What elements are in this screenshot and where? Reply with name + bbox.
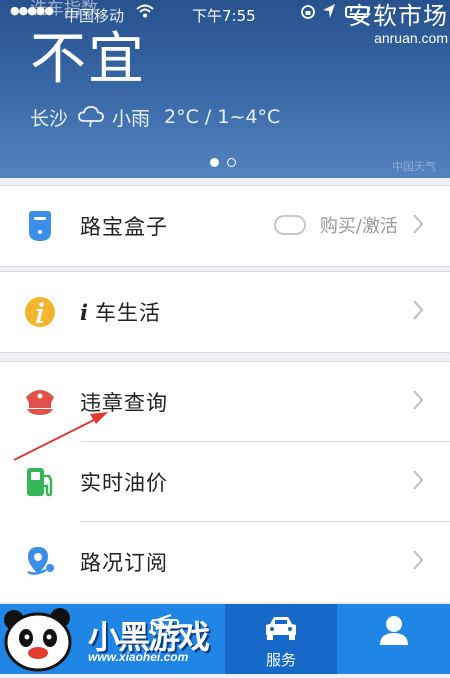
tab-service[interactable]: 服务 bbox=[225, 604, 337, 674]
tab-profile[interactable] bbox=[337, 604, 450, 674]
user-icon bbox=[379, 614, 409, 650]
tab-label: 服务 bbox=[265, 651, 296, 669]
watermark-site-url: www.xiaohei.com bbox=[88, 650, 189, 664]
car-icon bbox=[263, 614, 299, 646]
panda-logo-icon bbox=[4, 608, 72, 672]
annotation-arrow bbox=[13, 412, 108, 461]
